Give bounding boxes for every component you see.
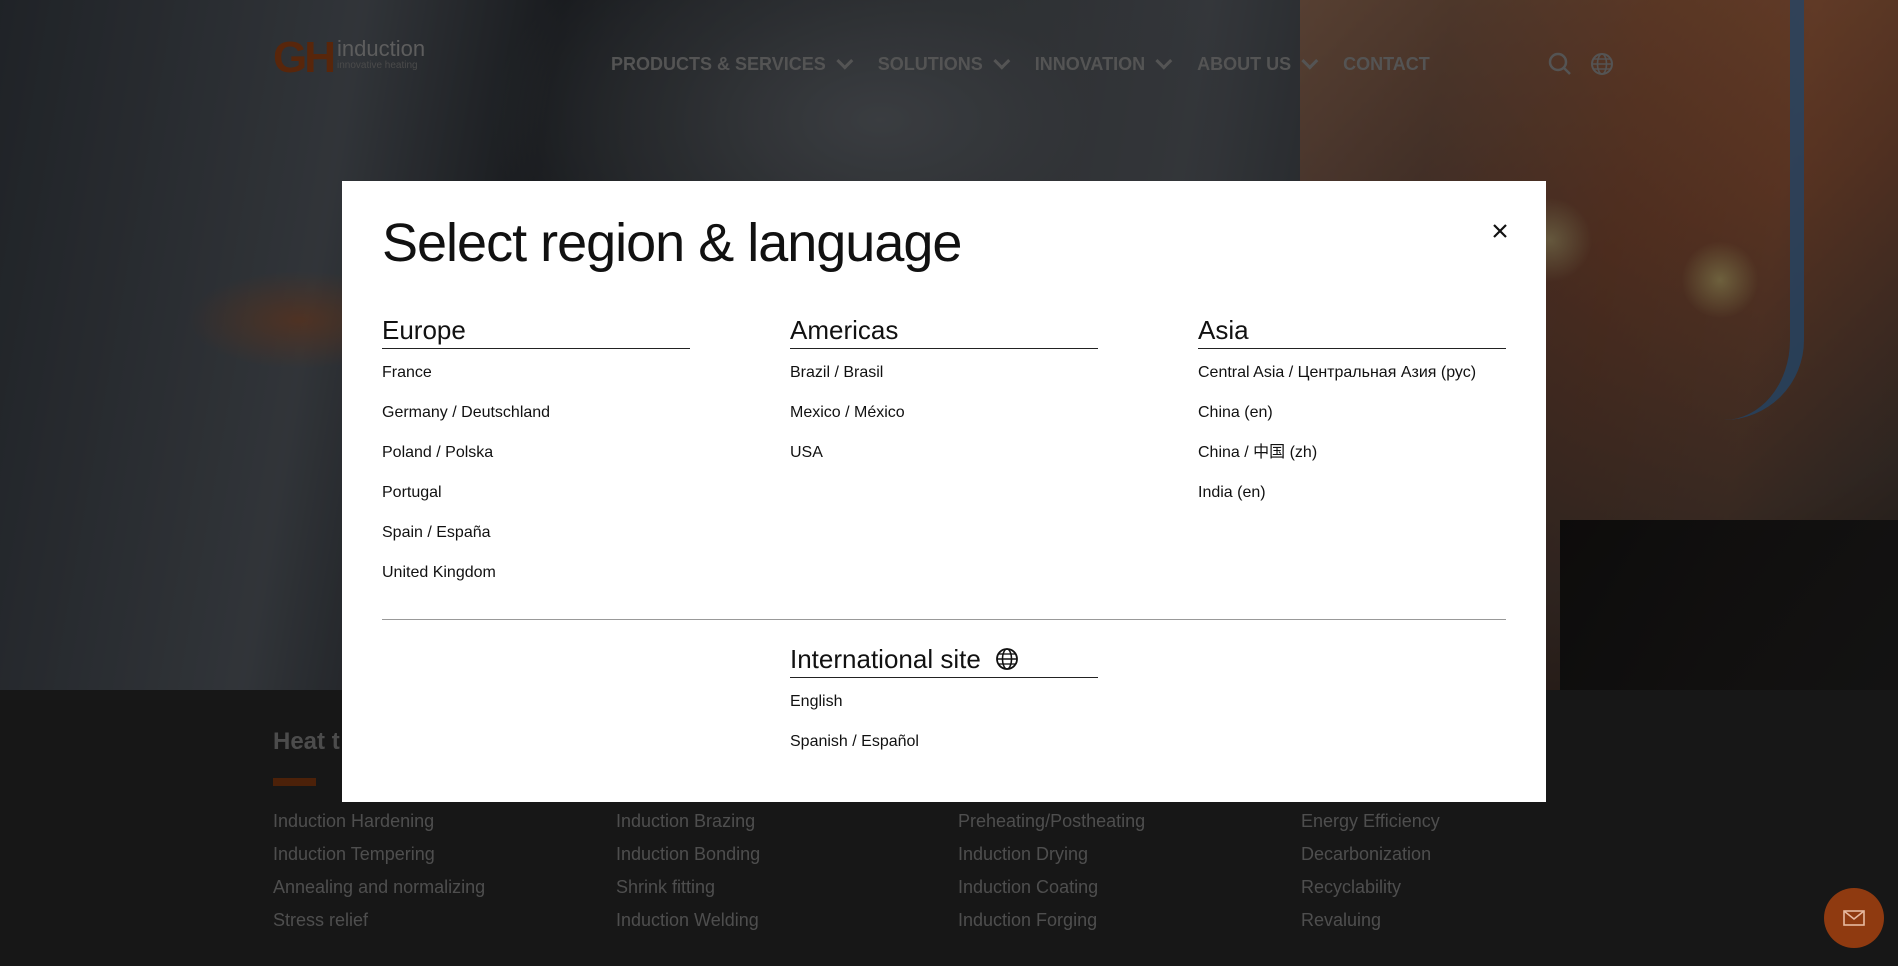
region-option[interactable]: United Kingdom [382,563,690,583]
region-heading: Americas [790,314,1098,349]
region-heading: Europe [382,314,690,349]
region-asia: Asia Central Asia / Центральная Азия (ру… [1198,314,1506,503]
mail-icon [1843,910,1865,926]
region-option[interactable]: Mexico / México [790,403,1098,423]
region-heading: Asia [1198,314,1506,349]
region-option[interactable]: Poland / Polska [382,443,690,463]
contact-fab-button[interactable] [1824,888,1884,948]
region-option[interactable]: France [382,363,690,383]
region-americas: Americas Brazil / Brasil Mexico / México… [790,314,1098,463]
region-heading: International site [790,643,1098,678]
region-option[interactable]: Germany / Deutschland [382,403,690,423]
globe-icon [995,648,1018,670]
international-heading-label: International site [790,644,981,674]
language-option[interactable]: Spanish / Español [790,732,1098,752]
region-language-modal: Select region & language Europe France G… [342,181,1546,802]
language-option[interactable]: English [790,692,1098,712]
region-option[interactable]: China (en) [1198,403,1506,423]
region-option[interactable]: USA [790,443,1098,463]
region-option[interactable]: Portugal [382,483,690,503]
international-site: International site English Spanish / Esp… [790,643,1098,752]
region-option[interactable]: India (en) [1198,483,1506,503]
region-option[interactable]: Brazil / Brasil [790,363,1098,383]
region-option[interactable]: Spain / España [382,523,690,543]
region-option[interactable]: China / 中国 (zh) [1198,443,1506,463]
close-icon[interactable] [1488,219,1512,243]
modal-divider [382,619,1506,620]
modal-title: Select region & language [382,213,962,273]
region-option[interactable]: Central Asia / Центральная Азия (рус) [1198,363,1506,383]
region-europe: Europe France Germany / Deutschland Pola… [382,314,690,583]
